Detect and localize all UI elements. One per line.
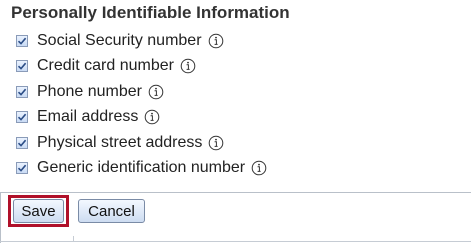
option-label: Physical street address: [37, 133, 203, 151]
checkmark-icon: [17, 88, 27, 96]
option-email-address[interactable]: Email address: [16, 105, 267, 131]
social-security-checkbox[interactable]: [16, 34, 28, 47]
footer-left-border: [0, 193, 1, 243]
option-label: Credit card number: [37, 57, 174, 75]
checkmark-icon: [17, 62, 27, 71]
option-label: Generic identification number: [37, 159, 246, 177]
option-label: Phone number: [37, 82, 142, 100]
cancel-button[interactable]: Cancel: [78, 199, 145, 223]
checkmark-icon: [17, 113, 27, 122]
option-generic-identification-number[interactable]: Generic identification number: [16, 156, 267, 182]
pii-settings-panel: Personally Identifiable Information Soci…: [0, 0, 471, 243]
footer-divider-tick: [73, 236, 74, 242]
checkmark-icon: [17, 139, 27, 147]
pii-options-list: Social Security number Credit card numbe…: [16, 28, 267, 181]
save-button[interactable]: Save: [13, 199, 64, 223]
option-label: Email address: [37, 108, 139, 126]
physical-street-address-checkbox[interactable]: [16, 136, 28, 149]
option-phone-number[interactable]: Phone number: [16, 79, 267, 105]
footer-bottom-border: [0, 241, 471, 242]
email-address-checkbox[interactable]: [16, 111, 28, 124]
option-credit-card[interactable]: Credit card number: [16, 54, 267, 80]
credit-card-checkbox[interactable]: [16, 60, 28, 73]
info-circle-icon[interactable]: [208, 135, 224, 151]
phone-number-checkbox[interactable]: [16, 85, 28, 98]
info-circle-icon[interactable]: [180, 58, 196, 74]
option-label: Social Security number: [37, 31, 202, 49]
info-circle-icon[interactable]: [208, 33, 224, 49]
generic-identification-number-checkbox[interactable]: [16, 162, 28, 175]
checkmark-icon: [17, 37, 27, 45]
section-title: Personally Identifiable Information: [11, 3, 290, 22]
info-circle-icon[interactable]: [251, 160, 267, 176]
info-circle-icon[interactable]: [144, 109, 160, 125]
info-circle-icon[interactable]: [148, 84, 164, 100]
checkmark-icon: [17, 164, 27, 173]
section-divider: [0, 192, 471, 193]
option-social-security[interactable]: Social Security number: [16, 28, 267, 54]
option-physical-street-address[interactable]: Physical street address: [16, 130, 267, 156]
